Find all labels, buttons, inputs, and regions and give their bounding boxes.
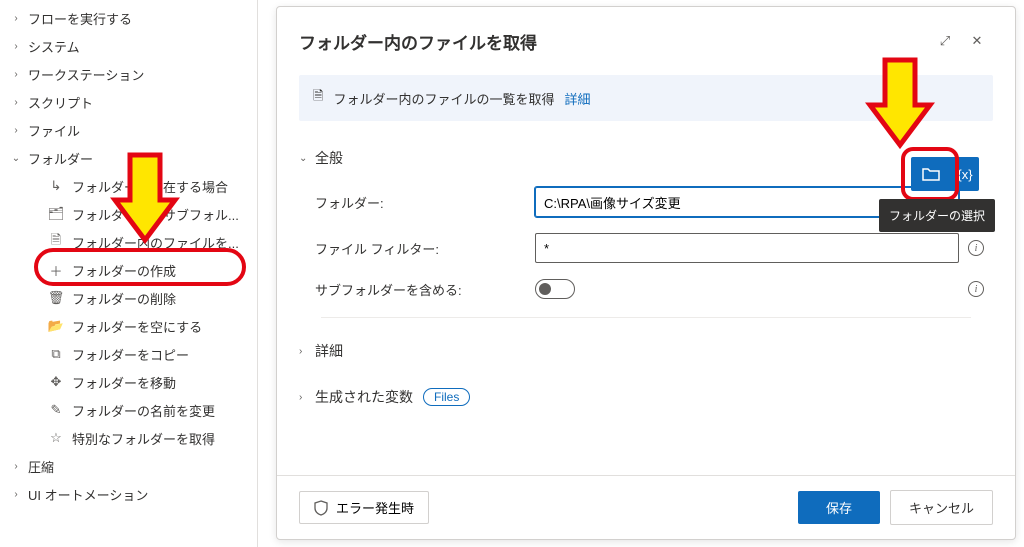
action-rename-folder[interactable]: ✎フォルダーの名前を変更 (0, 396, 257, 424)
chevron-right-icon: › (8, 38, 24, 54)
chevron-down-icon: ⌄ (8, 150, 24, 166)
maximize-button[interactable]: ⤢ (929, 25, 961, 57)
chevron-right-icon: › (8, 66, 24, 82)
section-header-general[interactable]: ⌄ 全般 (299, 145, 993, 171)
move-icon: ✥ (48, 374, 64, 390)
action-folder-exists[interactable]: ↳フォルダーが存在する場合 (0, 172, 257, 200)
files-icon: 🗎 (313, 87, 323, 109)
row-subfolders: サブフォルダーを含める: i (315, 279, 993, 299)
action-empty-folder[interactable]: 📂フォルダーを空にする (0, 312, 257, 340)
chevron-right-icon: › (8, 458, 24, 474)
separator (321, 317, 971, 318)
section-header-details[interactable]: › 詳細 (299, 338, 993, 364)
save-button[interactable]: 保存 (798, 491, 880, 524)
tree-item-folder[interactable]: ⌄フォルダー (0, 144, 257, 172)
dialog-get-files: フォルダー内のファイルを取得 ⤢ ✕ 🗎 フォルダー内のファイルの一覧を取得 詳… (276, 6, 1016, 540)
label-subfolders: サブフォルダーを含める: (315, 280, 535, 299)
filter-input[interactable] (535, 233, 959, 263)
dialog-header: フォルダー内のファイルを取得 ⤢ ✕ (277, 7, 1015, 71)
branch-icon: ↳ (48, 178, 64, 194)
generated-variable-badge: Files (423, 388, 470, 406)
trash-icon: 🗑 (48, 290, 64, 306)
folder-open-icon: 📂 (48, 318, 64, 334)
details-link[interactable]: 詳細 (564, 89, 590, 108)
folder-picker-group: {x} (911, 157, 979, 191)
tree-item-script[interactable]: ›スクリプト (0, 88, 257, 116)
chevron-right-icon: › (8, 122, 24, 138)
chevron-right-icon: › (299, 392, 315, 403)
dialog-title: フォルダー内のファイルを取得 (299, 29, 929, 54)
tree-item-run-flow[interactable]: ›フローを実行する (0, 4, 257, 32)
action-get-special-folder[interactable]: ☆特別なフォルダーを取得 (0, 424, 257, 452)
section-header-generated[interactable]: › 生成された変数 Files (299, 384, 993, 410)
info-icon[interactable]: i (968, 281, 984, 297)
action-get-files-in-folder[interactable]: 🗎フォルダー内のファイルを... (0, 228, 257, 256)
label-filter: ファイル フィルター: (315, 239, 535, 258)
rename-icon: ✎ (48, 402, 64, 418)
close-button[interactable]: ✕ (961, 25, 993, 57)
row-filter: ファイル フィルター: i (315, 233, 993, 263)
folders-icon: 🗂 (48, 206, 64, 222)
tooltip-folder-select: フォルダーの選択 (879, 199, 995, 232)
subfolders-toggle[interactable] (535, 279, 575, 299)
sidebar: ›フローを実行する ›システム ›ワークステーション ›スクリプト ›ファイル … (0, 0, 258, 547)
shield-icon (314, 500, 328, 516)
chevron-right-icon: › (8, 94, 24, 110)
tree-item-ui-automation[interactable]: ›UI オートメーション (0, 480, 257, 508)
section-general: ⌄ 全般 フォルダー: ファイル フィルター: i サブフォルダーを含める: i… (299, 145, 993, 410)
dialog-footer: エラー発生時 保存 キャンセル (277, 475, 1015, 539)
cancel-button[interactable]: キャンセル (890, 490, 993, 525)
folder-open-icon (922, 167, 940, 181)
chevron-down-icon: ⌄ (299, 153, 315, 164)
tree-item-compression[interactable]: ›圧縮 (0, 452, 257, 480)
action-copy-folder[interactable]: ⧉フォルダーをコピー (0, 340, 257, 368)
plus-icon: ＋ (48, 262, 64, 278)
action-get-subfolders[interactable]: 🗂フォルダー内のサブフォル... (0, 200, 257, 228)
tree-item-system[interactable]: ›システム (0, 32, 257, 60)
copy-icon: ⧉ (48, 346, 64, 362)
label-folder: フォルダー: (315, 193, 535, 212)
star-icon: ☆ (48, 430, 64, 446)
files-icon: 🗎 (48, 234, 64, 250)
variable-picker-button[interactable]: {x} (951, 157, 979, 191)
tree-item-workstation[interactable]: ›ワークステーション (0, 60, 257, 88)
action-move-folder[interactable]: ✥フォルダーを移動 (0, 368, 257, 396)
folder-picker-button[interactable] (911, 157, 951, 191)
on-error-button[interactable]: エラー発生時 (299, 491, 429, 524)
action-delete-folder[interactable]: 🗑フォルダーの削除 (0, 284, 257, 312)
banner-text: フォルダー内のファイルの一覧を取得 (333, 89, 554, 108)
info-banner: 🗎 フォルダー内のファイルの一覧を取得 詳細 (299, 75, 993, 121)
tree-item-file[interactable]: ›ファイル (0, 116, 257, 144)
chevron-right-icon: › (299, 346, 315, 357)
chevron-right-icon: › (8, 10, 24, 26)
chevron-right-icon: › (8, 486, 24, 502)
action-create-folder[interactable]: ＋フォルダーの作成 (0, 256, 257, 284)
info-icon[interactable]: i (968, 240, 984, 256)
